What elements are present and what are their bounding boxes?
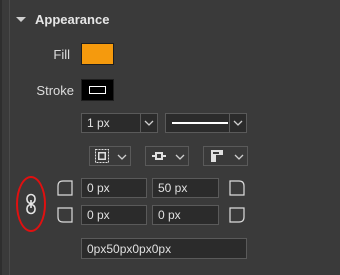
radius-css-field[interactable]: 0px50px0px0px — [81, 238, 247, 259]
stroke-join-icon — [211, 150, 223, 162]
radius-top-left-input[interactable]: 0 px — [81, 178, 147, 198]
corner-bottom-right-icon — [229, 207, 245, 223]
stroke-color-swatch[interactable] — [81, 79, 114, 101]
stroke-align-inside-icon — [95, 149, 109, 163]
stroke-width-select[interactable]: 1 px — [81, 113, 158, 133]
stroke-join-button[interactable] — [203, 146, 248, 166]
chevron-down-icon — [234, 154, 244, 160]
radius-bottom-left-value: 0 px — [87, 208, 110, 222]
chevron-down-icon — [175, 154, 185, 160]
panel-edge — [0, 0, 2, 275]
stroke-cap-button[interactable] — [145, 146, 189, 166]
chevron-down-icon — [16, 17, 26, 22]
radius-top-right-value: 50 px — [158, 181, 188, 195]
chevron-down-icon — [229, 114, 246, 132]
panel-edge-line — [9, 0, 10, 275]
chevron-down-icon — [117, 154, 127, 160]
radius-bottom-right-input[interactable]: 0 px — [152, 205, 219, 225]
radius-bottom-left-input[interactable]: 0 px — [81, 205, 147, 225]
radius-top-left-value: 0 px — [87, 181, 110, 195]
chain-link-icon[interactable] — [25, 193, 37, 215]
radius-top-right-input[interactable]: 50 px — [152, 178, 219, 198]
solid-line-icon — [172, 122, 228, 124]
corner-top-right-icon — [229, 180, 245, 196]
chevron-down-icon — [140, 114, 157, 132]
fill-label: Fill — [53, 47, 70, 62]
stroke-preview-icon — [89, 86, 106, 94]
stroke-style-select[interactable] — [165, 113, 247, 133]
corner-bottom-left-icon — [57, 207, 73, 223]
appearance-section-header[interactable]: Appearance — [14, 9, 109, 29]
fill-color-swatch[interactable] — [81, 43, 114, 65]
radius-bottom-right-value: 0 px — [158, 208, 181, 222]
section-title: Appearance — [35, 11, 110, 27]
stroke-cap-icon — [152, 152, 166, 160]
stroke-label: Stroke — [36, 83, 74, 98]
corner-top-left-icon — [57, 180, 73, 196]
stroke-align-button[interactable] — [89, 146, 131, 166]
radius-css-value: 0px50px0px0px — [87, 241, 172, 256]
